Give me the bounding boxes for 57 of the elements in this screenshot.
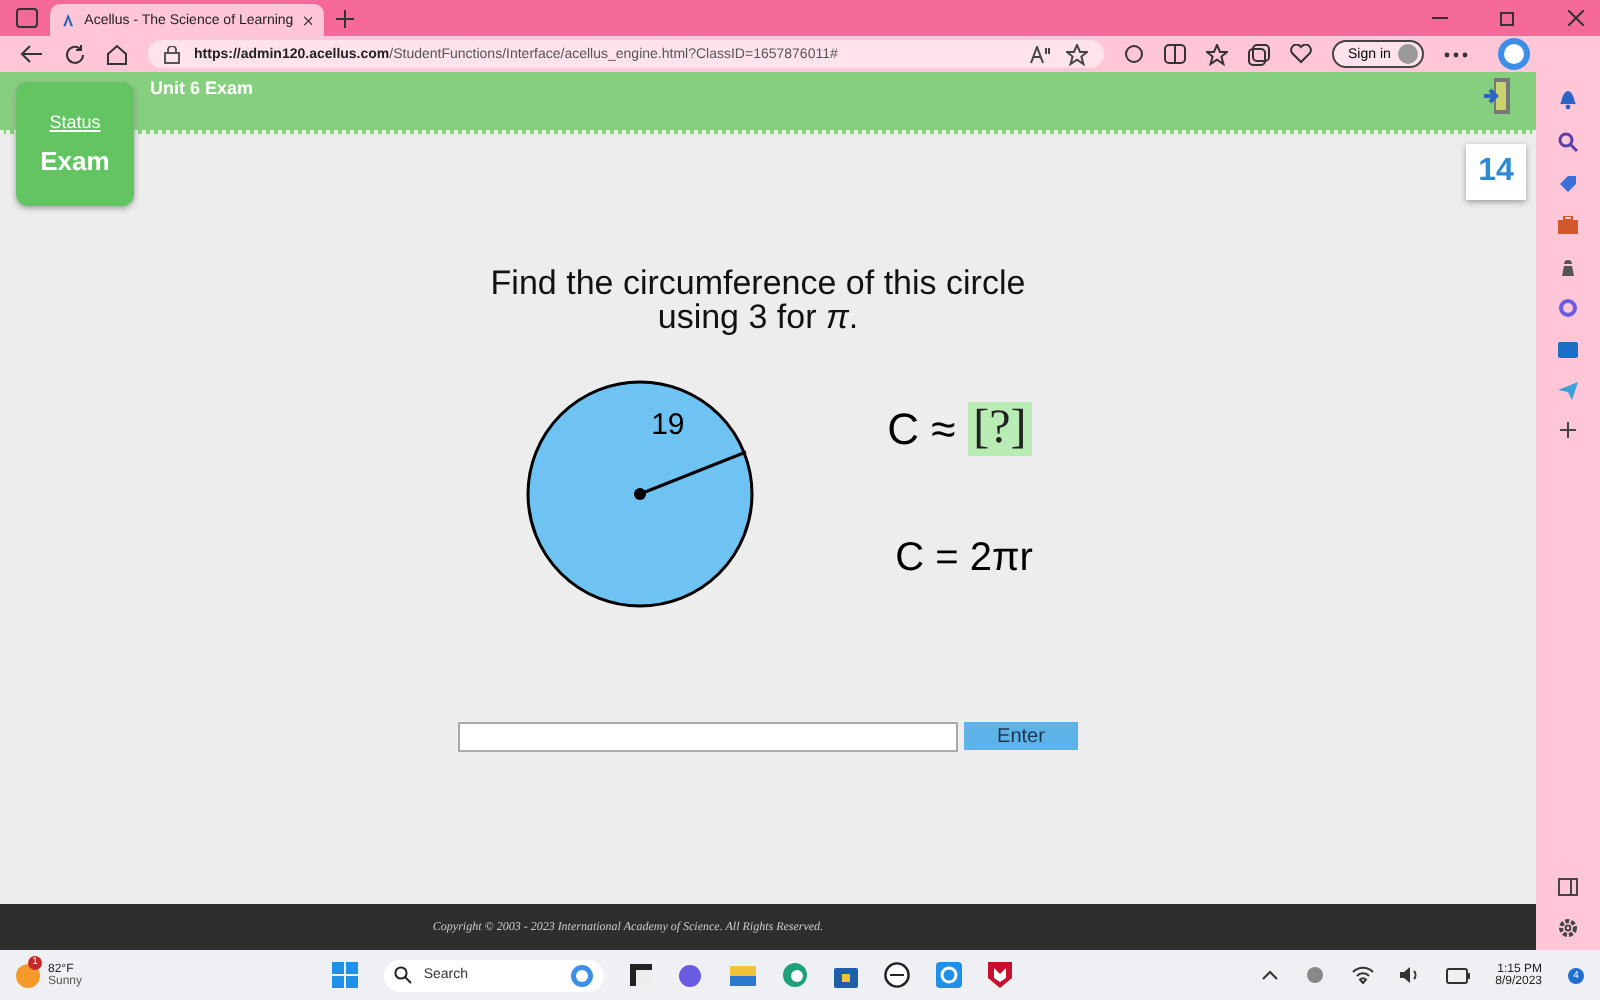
new-tab-icon[interactable] <box>336 9 354 27</box>
formula-text: C = 2πr <box>895 536 1033 582</box>
close-window-icon[interactable] <box>1568 10 1584 26</box>
heart-icon[interactable] <box>1290 44 1312 64</box>
split-screen-icon[interactable] <box>1164 44 1186 64</box>
close-icon[interactable] <box>303 13 312 27</box>
ring-app-icon[interactable] <box>935 962 962 988</box>
mode-label: Exam <box>40 146 110 176</box>
windows-start-icon[interactable] <box>331 962 358 988</box>
add-icon[interactable] <box>1560 422 1576 438</box>
read-aloud-icon[interactable] <box>1030 45 1052 63</box>
cloud-icon[interactable] <box>1303 966 1326 984</box>
chevron-up-icon[interactable] <box>1261 970 1278 980</box>
toolbox-icon[interactable] <box>1558 216 1578 234</box>
restore-icon[interactable] <box>1500 10 1516 26</box>
collections-icon[interactable] <box>1248 43 1270 65</box>
swirl-icon[interactable] <box>1558 298 1578 318</box>
tag-icon[interactable] <box>1558 174 1578 194</box>
answer-field[interactable] <box>458 722 958 752</box>
letter-a-logo-icon <box>62 10 75 30</box>
tab-actions-icon[interactable] <box>16 8 38 28</box>
chat-bubble-icon[interactable] <box>569 963 594 987</box>
battery-icon[interactable] <box>1445 967 1470 983</box>
lock-icon <box>164 45 180 63</box>
star-icon[interactable] <box>1066 43 1088 65</box>
equation-text: C ≈ <box>887 403 956 455</box>
settings-icon[interactable] <box>1558 918 1578 938</box>
speaker-icon[interactable] <box>1399 966 1420 984</box>
circle-logo-icon[interactable] <box>883 962 910 988</box>
chat-bubble-icon[interactable] <box>1496 36 1533 72</box>
browser-swirl-icon[interactable] <box>781 962 808 988</box>
favorites-icon[interactable] <box>1206 43 1228 65</box>
question-number: 14 <box>1466 144 1526 200</box>
search-icon[interactable] <box>1558 132 1578 152</box>
unit-title: Unit 6 Exam <box>150 78 254 98</box>
search-icon <box>393 966 412 984</box>
store-icon[interactable] <box>833 963 858 987</box>
refresh-icon[interactable] <box>64 43 86 65</box>
back-icon[interactable] <box>20 44 44 64</box>
wifi-icon[interactable] <box>1351 966 1374 984</box>
exit-door-icon[interactable] <box>1484 78 1512 114</box>
answer-box: [?] <box>967 402 1033 456</box>
folder-icon[interactable] <box>729 964 756 986</box>
sidebar-toggle-icon[interactable] <box>1558 878 1578 896</box>
question-text: Find the circumference of this circle using 3 for π. <box>490 266 1026 334</box>
radius-label: 19 <box>651 408 685 442</box>
mail-icon[interactable] <box>1558 340 1578 360</box>
chess-piece-icon[interactable] <box>1558 256 1578 276</box>
more-icon[interactable] <box>1444 51 1469 57</box>
bell-icon[interactable] <box>1558 88 1578 110</box>
chat-icon[interactable] <box>677 963 704 987</box>
task-view-icon[interactable] <box>629 964 652 986</box>
home-icon[interactable] <box>106 43 128 65</box>
refresh-circle-icon[interactable] <box>1124 44 1144 64</box>
enter-button[interactable]: Enter <box>964 722 1078 750</box>
shield-icon[interactable] <box>987 962 1012 988</box>
sun-icon[interactable] <box>16 963 40 987</box>
